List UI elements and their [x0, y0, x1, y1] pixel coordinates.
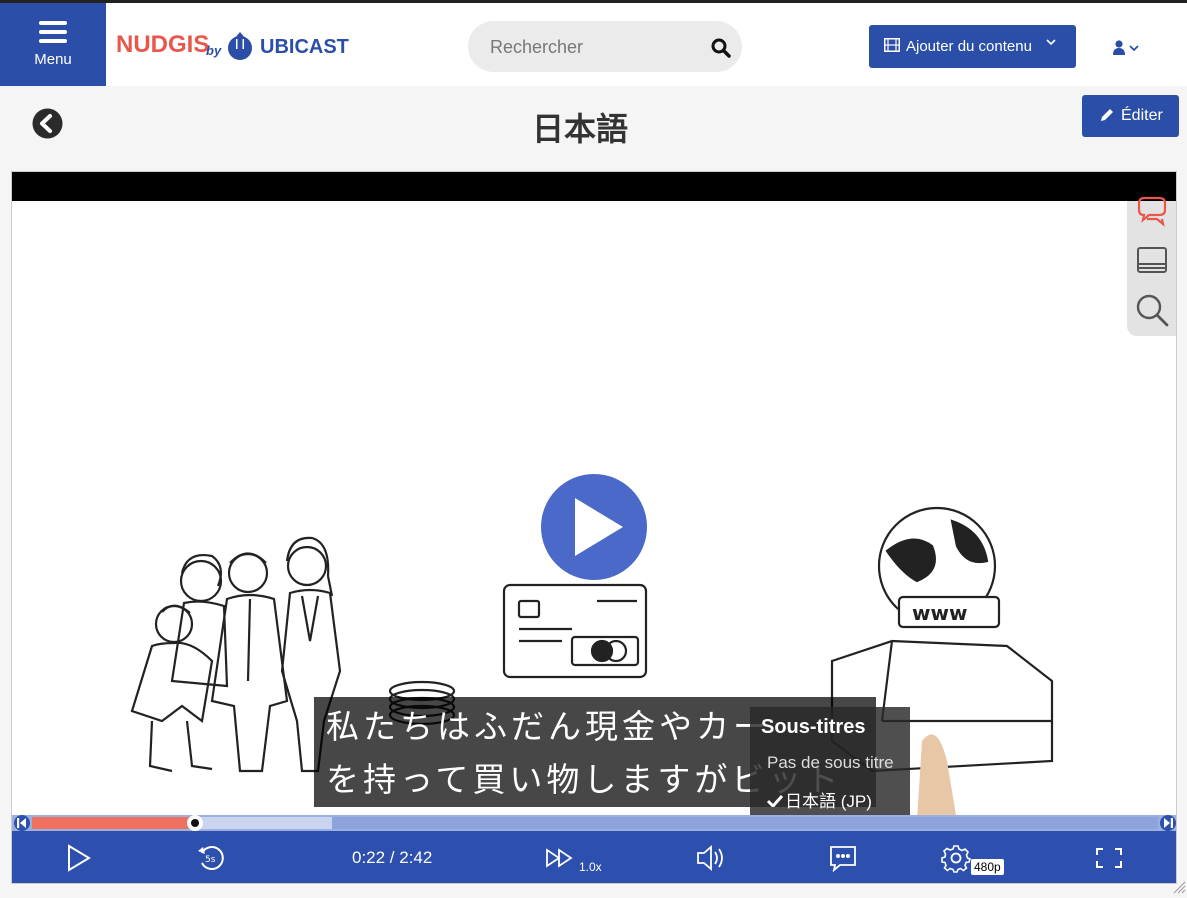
progress-remaining — [332, 817, 1158, 829]
fast-forward-icon[interactable] — [544, 831, 576, 884]
menu-icon — [39, 21, 67, 48]
svg-text:5s: 5s — [205, 855, 216, 865]
title-bar: 日本語 Éditer — [0, 86, 1187, 171]
previous-chapter-icon[interactable] — [12, 815, 32, 831]
search-icon[interactable] — [711, 38, 731, 58]
subtitle-option-japanese-label: 日本語 (JP) — [785, 792, 872, 811]
ubicast-logo-icon — [228, 32, 252, 60]
search-icon[interactable] — [1135, 293, 1169, 327]
play-icon — [575, 498, 623, 556]
add-content-button[interactable]: Ajouter du contenu — [869, 25, 1076, 68]
playback-speed[interactable]: 1.0x — [579, 860, 602, 874]
chevron-down-icon — [1046, 39, 1056, 46]
subtitle-option-japanese[interactable]: 日本語 (JP) — [766, 787, 872, 812]
next-chapter-icon[interactable] — [1158, 815, 1177, 831]
replay-5s-icon[interactable]: 5s — [196, 831, 226, 884]
subtitle-option-none[interactable]: Pas de sous titre — [767, 753, 894, 773]
svg-text:www: www — [912, 601, 967, 625]
people-illustration — [130, 536, 342, 773]
subtitles-menu-title: Sous-titres — [761, 716, 866, 738]
edit-button[interactable]: Éditer — [1082, 95, 1179, 137]
site-header: Menu NUDGIS by UBICAST Ajouter du conten… — [0, 3, 1187, 86]
subtitles-icon[interactable] — [828, 831, 858, 884]
quality-badge: 480p — [971, 859, 1004, 875]
logo-nudgis-text: NUDGIS — [116, 31, 210, 58]
user-icon — [1113, 40, 1139, 55]
logo-by-text: by — [206, 43, 222, 58]
gear-icon[interactable] — [941, 831, 971, 884]
volume-icon[interactable] — [695, 831, 727, 884]
film-icon — [884, 38, 900, 52]
side-toolbar — [1127, 196, 1176, 336]
play-icon[interactable] — [64, 831, 94, 884]
control-bar: 5s 0:22 / 2:42 1.0x 480p — [12, 831, 1176, 884]
menu-button[interactable]: Menu — [0, 3, 106, 86]
progress-played — [32, 817, 194, 829]
user-menu-button[interactable] — [1112, 39, 1142, 57]
video-player[interactable]: www 私たちはふだん現金やカー を持って買い物しますがビット Sous-tit… — [11, 171, 1177, 884]
hand-illustration — [917, 734, 957, 821]
search-input[interactable] — [488, 21, 702, 74]
add-content-label: Ajouter du contenu — [906, 38, 1032, 55]
subtitles-menu: Sous-titres Pas de sous titre 日本語 (JP) — [750, 707, 910, 830]
progress-bar[interactable] — [12, 815, 1177, 831]
fullscreen-icon[interactable] — [1094, 831, 1124, 884]
logo-ubicast-text: UBICAST — [260, 36, 349, 58]
menu-label: Menu — [34, 51, 72, 68]
page-title: 日本語 — [531, 110, 628, 148]
comments-icon[interactable] — [1135, 195, 1169, 229]
pencil-icon — [1101, 109, 1113, 121]
letterbox-bar — [12, 172, 1176, 201]
resize-grip-icon[interactable] — [1172, 880, 1186, 894]
timecode: 0:22 / 2:42 — [352, 848, 433, 867]
search-bar — [468, 21, 742, 74]
progress-handle[interactable] — [187, 815, 203, 831]
check-icon — [766, 792, 785, 812]
slides-icon[interactable] — [1135, 244, 1169, 278]
big-play-button[interactable] — [541, 474, 647, 580]
edit-label: Éditer — [1121, 107, 1163, 124]
